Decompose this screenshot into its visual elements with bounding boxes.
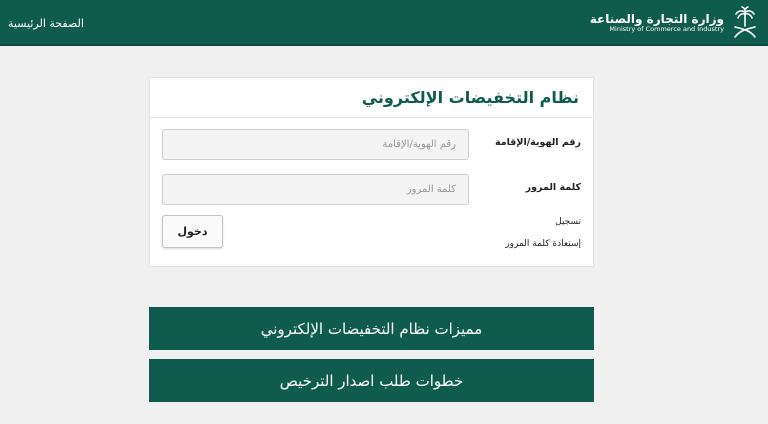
license-steps-button[interactable]: خطوات طلب اصدار الترخيص — [149, 359, 594, 402]
home-link[interactable]: الصفحة الرئيسية — [8, 17, 84, 30]
login-title: نظام التخفيضات الإلكتروني — [361, 88, 579, 107]
card-divider — [150, 117, 593, 118]
top-header: الصفحة الرئيسية وزارة التجارة والصناعة M… — [0, 0, 768, 46]
palm-swords-emblem-icon — [734, 6, 756, 38]
id-label: رقم الهوية/الإقامة — [494, 137, 581, 148]
recover-password-link[interactable]: إستعادة كلمة المرور — [505, 239, 581, 249]
register-link[interactable]: تسجيل — [555, 217, 581, 227]
ministry-name: وزارة التجارة والصناعة Ministry of Comme… — [590, 12, 724, 34]
login-card: نظام التخفيضات الإلكتروني رقم الهوية/الإ… — [149, 77, 594, 267]
ministry-name-en: Ministry of Commerce and Industry — [609, 25, 724, 34]
password-input[interactable] — [162, 174, 469, 205]
id-input[interactable] — [162, 129, 469, 160]
login-button[interactable]: دخول — [162, 215, 223, 248]
features-button[interactable]: مميزات نظام التخفيضات الإلكتروني — [149, 307, 594, 350]
password-label: كلمة المرور — [525, 182, 581, 193]
ministry-logo[interactable]: وزارة التجارة والصناعة Ministry of Comme… — [590, 5, 760, 41]
